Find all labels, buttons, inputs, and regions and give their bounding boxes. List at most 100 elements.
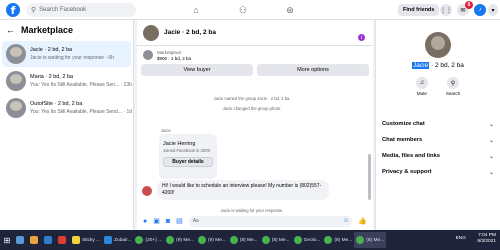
info-icon[interactable]: i bbox=[358, 34, 365, 41]
system-tray[interactable]: ENG 7:04 PM 9/3/2021 bbox=[456, 233, 496, 245]
view-buyer-button[interactable]: View buyer bbox=[141, 64, 253, 76]
marketplace-label: Marketplace bbox=[157, 49, 182, 55]
search-icon: ⚲ bbox=[31, 6, 37, 14]
chat-info-panel: Jacie · 2 bd, 2 ba ♫ Mute ⚲ Search Custo… bbox=[375, 20, 500, 230]
taskbar-app-label: Sticky ... bbox=[82, 237, 101, 243]
conversation-item[interactable]: Maria · 2 bd, 2 ba You: Yes Its Still Av… bbox=[2, 68, 133, 94]
taskbar-pinned-icon[interactable] bbox=[28, 232, 42, 248]
buyer-name: Jacie Herring bbox=[163, 141, 196, 147]
chevron-down-icon: ⌄ bbox=[488, 137, 494, 144]
conversation-subtitle: You: Yes Its Still Available, Please Sen… bbox=[30, 82, 133, 88]
gif-icon[interactable]: ▤ bbox=[176, 217, 183, 225]
taskbar-app[interactable]: Geolo... bbox=[292, 232, 323, 248]
system-message: Jacie changed the group photo. bbox=[222, 106, 282, 111]
conversation-item[interactable]: Jacie · 2 bd, 2 ba Jacie is waiting for … bbox=[2, 41, 131, 67]
conversation-item[interactable]: OutofSite · 2 bd, 2 ba You: Yes Its Stil… bbox=[2, 95, 133, 121]
notifications-icon[interactable]: ♪ bbox=[474, 4, 486, 16]
windows-start-icon[interactable]: ⊞ bbox=[0, 230, 14, 250]
facebook-logo[interactable]: f bbox=[6, 2, 20, 17]
section-customize-chat[interactable]: Customize chat ⌄ bbox=[376, 116, 500, 132]
scrollbar[interactable] bbox=[368, 154, 371, 200]
section-label: Chat members bbox=[382, 137, 423, 143]
message-placeholder: Aa bbox=[192, 218, 199, 224]
avatar bbox=[6, 44, 26, 64]
search-input[interactable]: ⚲ Search Facebook bbox=[26, 2, 136, 17]
search-label: Search bbox=[445, 91, 461, 96]
notification-badge: 6 bbox=[465, 1, 473, 9]
buyer-joined: Joined Facebook in 2009 bbox=[163, 148, 210, 153]
taskbar-app-label: (20+) ... bbox=[145, 237, 163, 243]
group-name-highlight: Jacie bbox=[412, 62, 430, 69]
taskbar-pinned-icon[interactable] bbox=[42, 232, 56, 248]
menu-grid-icon[interactable]: ⋮⋮ bbox=[440, 4, 452, 16]
section-media-files[interactable]: Media, files and links ⌄ bbox=[376, 148, 500, 164]
search-icon: ⚲ bbox=[446, 77, 459, 89]
clock-date: 9/3/2021 bbox=[477, 239, 496, 244]
message-input[interactable]: Aa ☺ bbox=[188, 215, 353, 227]
taskbar-app[interactable]: (9) Me... bbox=[196, 232, 228, 248]
taskbar-app[interactable]: Zubair... bbox=[102, 232, 133, 248]
taskbar-app[interactable]: (20+) ... bbox=[133, 232, 164, 248]
conversation-list-panel: ← Marketplace Jacie · 2 bd, 2 ba Jacie i… bbox=[0, 20, 134, 230]
avatar bbox=[6, 98, 26, 118]
message-bubble: Hi! I would like to schedule an intervie… bbox=[157, 180, 329, 200]
taskbar-app-label: (9) Me... bbox=[208, 237, 226, 243]
group-avatar[interactable] bbox=[143, 24, 159, 41]
section-chat-members[interactable]: Chat members ⌄ bbox=[376, 132, 500, 148]
home-icon[interactable]: ⌂ bbox=[190, 5, 202, 15]
taskbar-pinned-icon[interactable] bbox=[56, 232, 70, 248]
taskbar-app-label: (9) Me... bbox=[176, 237, 194, 243]
taskbar-pinned-icon[interactable] bbox=[14, 232, 28, 248]
account-chevron-icon[interactable]: ▾ bbox=[488, 4, 498, 16]
group-avatar-large bbox=[425, 32, 451, 58]
section-label: Media, files and links bbox=[382, 153, 440, 159]
group-name: Jacie · 2 bd, 2 ba bbox=[376, 62, 500, 69]
chat-header: Jacie · 2 bd, 2 ba i bbox=[137, 20, 373, 46]
top-bar: f ⚲ Search Facebook ⌂ ⚇ ⊛ Find friends ⋮… bbox=[0, 0, 500, 20]
group-name-rest: · 2 bd, 2 ba bbox=[429, 62, 464, 69]
panel-title: Marketplace bbox=[21, 25, 74, 35]
emoji-icon[interactable]: ☺ bbox=[343, 218, 349, 224]
taskbar-app[interactable]: (8) Me... bbox=[228, 232, 260, 248]
more-options-button[interactable]: More options bbox=[257, 64, 369, 76]
listing-summary[interactable]: Marketplace $900 · 2 bd, 2 ba bbox=[137, 46, 373, 64]
taskbar-app[interactable]: (8) Me... bbox=[322, 232, 354, 248]
taskbar-app-label: (8) Me... bbox=[271, 237, 290, 243]
microphone-icon[interactable]: ● bbox=[143, 218, 147, 225]
find-friends-button[interactable]: Find friends bbox=[398, 4, 440, 16]
groups-icon[interactable]: ⊛ bbox=[284, 5, 296, 16]
sender-avatar bbox=[142, 186, 152, 196]
mute-button[interactable]: ♫ Mute bbox=[415, 77, 428, 96]
section-label: Privacy & support bbox=[382, 169, 432, 175]
search-placeholder: Search Facebook bbox=[39, 6, 87, 13]
taskbar-app[interactable]: (9) Me... bbox=[164, 232, 196, 248]
main-nav: ⌂ ⚇ ⊛ bbox=[190, 0, 296, 20]
taskbar-app-label: Geolo... bbox=[303, 237, 321, 243]
taskbar-app[interactable]: (8) Me... bbox=[260, 232, 292, 248]
listing-actions: View buyer More options bbox=[137, 64, 373, 76]
conversation-subtitle: Jacie is waiting for your response · 6h bbox=[30, 55, 114, 61]
taskbar-app-label: (8) Me... bbox=[239, 237, 258, 243]
chat-title[interactable]: Jacie · 2 bd, 2 ba bbox=[164, 29, 216, 36]
buyer-card: Jacie Herring Joined Facebook in 2009 Bu… bbox=[159, 134, 217, 179]
section-privacy-support[interactable]: Privacy & support ⌄ bbox=[376, 164, 500, 180]
back-arrow-icon[interactable]: ← bbox=[6, 25, 15, 35]
image-icon[interactable]: ▣ bbox=[153, 217, 160, 225]
listing-thumbnail bbox=[143, 50, 153, 60]
like-icon[interactable]: 👍 bbox=[358, 217, 367, 225]
conversation-title: OutofSite · 2 bd, 2 ba bbox=[30, 101, 83, 107]
message-thread: Jacie named the group Jacie · 2 bd, 2 ba… bbox=[137, 76, 373, 213]
search-button[interactable]: ⚲ Search bbox=[446, 77, 460, 96]
chevron-down-icon: ⌄ bbox=[488, 169, 494, 176]
system-message: Jacie named the group Jacie · 2 bd, 2 ba… bbox=[213, 96, 291, 101]
friends-icon[interactable]: ⚇ bbox=[237, 5, 249, 16]
conversation-subtitle: You: Yes Its Still Available, Please Sen… bbox=[30, 109, 133, 115]
conversation-title: Maria · 2 bd, 2 ba bbox=[30, 74, 74, 80]
avatar bbox=[6, 71, 26, 91]
taskbar-app-active[interactable]: (8) Me... bbox=[354, 232, 387, 248]
sticker-icon[interactable]: ◙ bbox=[166, 218, 170, 225]
sender-name: Jacie bbox=[161, 128, 171, 133]
bell-icon: ♫ bbox=[415, 77, 428, 89]
taskbar-app[interactable]: Sticky ... bbox=[70, 232, 102, 248]
buyer-details-button[interactable]: Buyer details bbox=[163, 157, 213, 167]
